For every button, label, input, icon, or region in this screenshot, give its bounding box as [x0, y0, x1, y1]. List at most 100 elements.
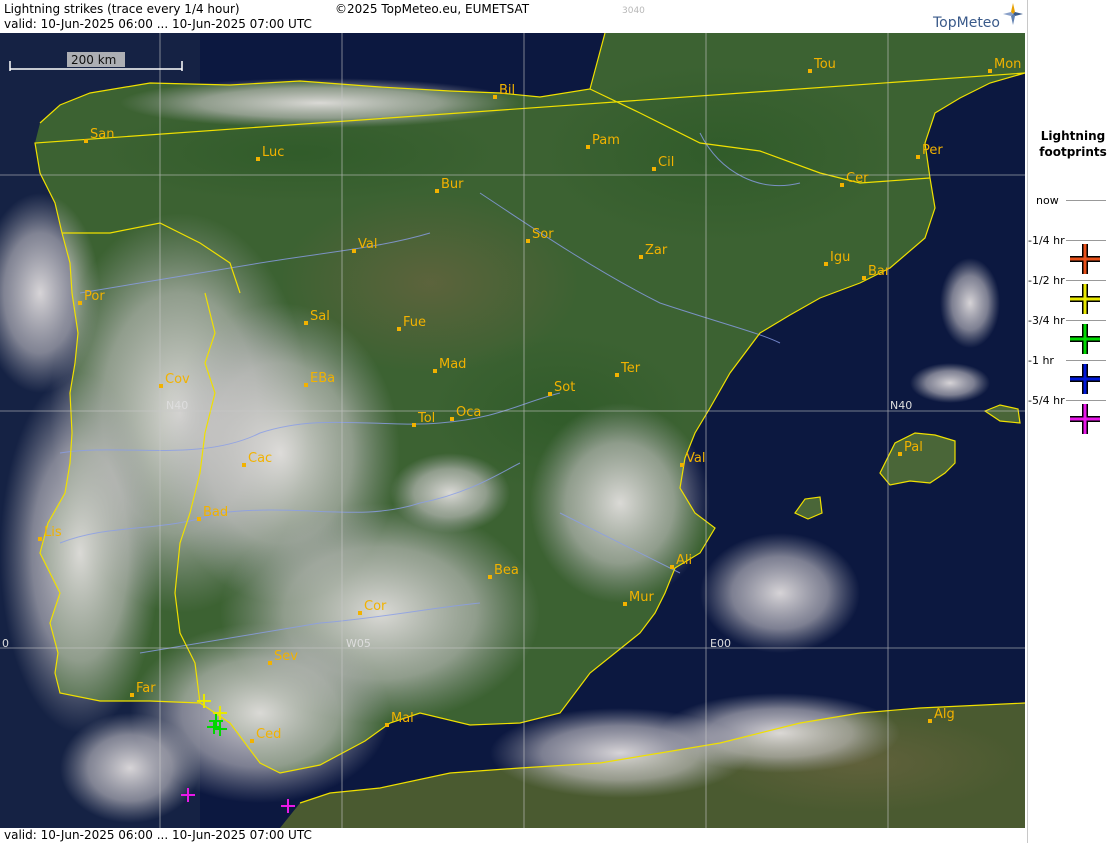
city-dot [256, 157, 260, 161]
legend-item: now [1028, 190, 1117, 230]
city-dot [38, 537, 42, 541]
city-label: Sev [274, 649, 298, 664]
city-label: Bur [441, 177, 464, 192]
legend-item: -3/4 hr [1028, 310, 1117, 354]
city-label: Cil [658, 155, 674, 170]
legend-divider [1066, 280, 1106, 281]
city-dot [840, 183, 844, 187]
map-code: 3040 [622, 6, 645, 16]
city-label: Cov [165, 372, 190, 387]
map-header: Lightning strikes (trace every 1/4 hour)… [0, 0, 1025, 33]
valid-time: valid: 10-Jun-2025 06:00 ... 10-Jun-2025… [4, 17, 312, 31]
city-label: Bar [868, 264, 891, 279]
map-title: Lightning strikes (trace every 1/4 hour) [4, 2, 240, 16]
legend-item: -1/4 hr [1028, 230, 1117, 274]
city-dot [862, 276, 866, 280]
legend-cross-icon [1070, 404, 1100, 434]
grid-label-e00: E00 [710, 637, 731, 650]
city-dot [639, 255, 643, 259]
city-dot [988, 69, 992, 73]
city-label: Ali [676, 553, 692, 568]
copyright-text: ©2025 TopMeteo.eu, EUMETSAT [335, 2, 530, 16]
city-dot [130, 693, 134, 697]
city-dot [78, 301, 82, 305]
city-label: Por [84, 289, 105, 304]
city-dot [493, 95, 497, 99]
legend-divider [1066, 240, 1106, 241]
city-dot [488, 575, 492, 579]
map-footer: valid: 10-Jun-2025 06:00 ... 10-Jun-2025… [0, 828, 1025, 843]
city-label: Per [922, 143, 943, 158]
city-dot [808, 69, 812, 73]
city-label: Mon [994, 57, 1021, 72]
city-label: Val [358, 237, 377, 252]
city-dot [615, 373, 619, 377]
footer-valid-time: valid: 10-Jun-2025 06:00 ... 10-Jun-2025… [4, 828, 312, 842]
legend-divider [1066, 400, 1106, 401]
city-dot [385, 723, 389, 727]
city-marker: Mad [433, 357, 466, 373]
city-dot [304, 321, 308, 325]
legend-item-label: -1/2 hr [1028, 274, 1065, 287]
legend-item: -1 hr [1028, 350, 1117, 394]
city-label: Oca [456, 405, 481, 420]
compass-icon [1003, 3, 1023, 25]
city-label: Bil [499, 83, 515, 98]
city-dot [450, 417, 454, 421]
legend-item: -1/2 hr [1028, 270, 1117, 314]
lightning-legend: Lightning footprints now -1/4 hr -1/2 hr -3… [1027, 0, 1117, 843]
city-dot [824, 262, 828, 266]
legend-item-label: -1/4 hr [1028, 234, 1065, 247]
city-label: Pal [904, 440, 923, 455]
city-label: Mad [439, 357, 466, 372]
city-label: Bea [494, 563, 519, 578]
city-dot [197, 517, 201, 521]
city-dot [652, 167, 656, 171]
city-dot [586, 145, 590, 149]
city-dot [928, 719, 932, 723]
city-dot [680, 463, 684, 467]
city-label: Ter [620, 361, 641, 376]
legend-divider [1066, 200, 1106, 201]
city-dot [250, 739, 254, 743]
city-label: Alg [934, 707, 955, 722]
logo-text: TopMeteo [933, 15, 1000, 31]
legend-item-label: -3/4 hr [1028, 314, 1065, 327]
legend-item-label: now [1036, 194, 1059, 207]
city-label: Sor [532, 227, 554, 242]
city-label: Sal [310, 309, 330, 324]
city-label: Tou [813, 57, 836, 72]
city-label: Tol [417, 411, 435, 426]
satellite-map[interactable]: N40 N40 W05 E00 0 200 km Tou Mon Bil San Pam… [0, 33, 1025, 828]
city-label: EBa [310, 371, 335, 386]
city-dot [623, 602, 627, 606]
legend-title: Lightning footprints [1039, 129, 1107, 159]
city-label: Fue [403, 315, 426, 330]
city-dot [242, 463, 246, 467]
city-dot [159, 384, 163, 388]
city-label: Far [136, 681, 156, 696]
city-label: Luc [262, 145, 284, 160]
city-dot [397, 327, 401, 331]
city-label: Val [686, 451, 705, 466]
legend-item-label: -1 hr [1028, 354, 1054, 367]
city-dot [352, 249, 356, 253]
city-label: Lis [44, 525, 62, 540]
city-dot [435, 189, 439, 193]
city-label: Cor [364, 599, 387, 614]
city-label: Sot [554, 380, 575, 395]
city-dot [268, 661, 272, 665]
city-dot [412, 423, 416, 427]
legend-divider [1066, 320, 1106, 321]
city-label: Mur [629, 590, 654, 605]
legend-divider [1066, 360, 1106, 361]
grid-label-n40: N40 [166, 399, 188, 412]
city-label: Cac [248, 451, 272, 466]
topmeteo-logo[interactable]: TopMeteo [931, 3, 1025, 31]
city-dot [548, 392, 552, 396]
city-label: Ced [256, 727, 281, 742]
city-label: San [90, 127, 114, 142]
legend-item-label: -5/4 hr [1028, 394, 1065, 407]
legend-item: -5/4 hr [1028, 390, 1117, 434]
city-dot [358, 611, 362, 615]
